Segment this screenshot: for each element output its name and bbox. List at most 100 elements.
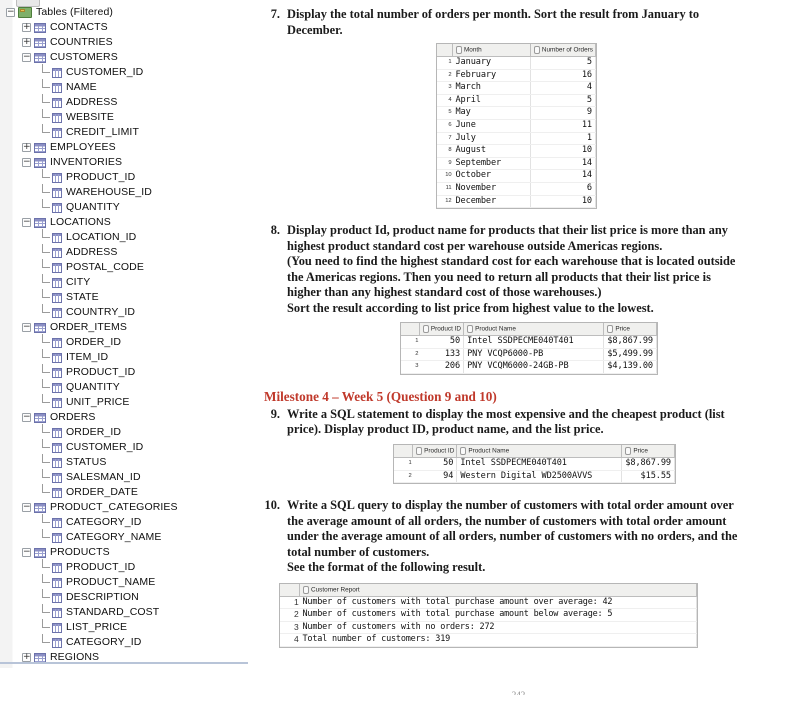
- grid-cell[interactable]: $5,499.99: [603, 348, 657, 362]
- grid-row[interactable]: 9 September 14: [437, 157, 597, 171]
- grid-cell[interactable]: 10: [530, 195, 597, 209]
- tree-column-order_id[interactable]: ORDER_ID: [0, 424, 248, 440]
- tree-column-website[interactable]: WEBSITE: [0, 109, 248, 125]
- grid-cell[interactable]: PNY VCQP6000-PB: [463, 348, 605, 362]
- grid-row[interactable]: 2 133 PNY VCQP6000-PB $5,499.99: [401, 348, 657, 362]
- tree-table-contacts[interactable]: + CONTACTS: [0, 20, 248, 35]
- grid-cell[interactable]: 50: [419, 335, 465, 349]
- tree-column-description[interactable]: DESCRIPTION: [0, 589, 248, 605]
- expand-toggle-icon[interactable]: +: [22, 38, 31, 47]
- grid-cell[interactable]: September: [452, 157, 531, 171]
- grid-cell[interactable]: 14: [530, 169, 597, 183]
- grid-cell[interactable]: $15.55: [621, 470, 675, 484]
- expand-toggle-icon[interactable]: +: [22, 143, 31, 152]
- tree-column-category_id[interactable]: CATEGORY_ID: [0, 514, 248, 530]
- grid-column-header[interactable]: Price: [621, 444, 675, 458]
- grid-cell[interactable]: $8,867.99: [621, 457, 675, 471]
- tree-column-list_price[interactable]: LIST_PRICE: [0, 619, 248, 635]
- tree-column-name[interactable]: NAME: [0, 79, 248, 95]
- tree-table-inventories[interactable]: − INVENTORIES: [0, 155, 248, 170]
- tree-column-order_date[interactable]: ORDER_DATE: [0, 484, 248, 500]
- grid-row[interactable]: 2 94 Western Digital WD2500AVVS $15.55: [394, 470, 675, 484]
- grid-row[interactable]: 7 July 1: [437, 132, 597, 146]
- tree-column-item_id[interactable]: ITEM_ID: [0, 349, 248, 365]
- grid-cell[interactable]: October: [452, 169, 531, 183]
- tree-column-salesman_id[interactable]: SALESMAN_ID: [0, 469, 248, 485]
- grid-cell[interactable]: 5: [530, 94, 597, 108]
- tree-column-product_id[interactable]: PRODUCT_ID: [0, 169, 248, 185]
- tree-column-status[interactable]: STATUS: [0, 454, 248, 470]
- expand-toggle-icon[interactable]: +: [22, 653, 31, 662]
- tree-table-locations[interactable]: − LOCATIONS: [0, 215, 248, 230]
- object-tree[interactable]: − Tables (Filtered) + CONTACTS + COUNTRIES − CU…: [0, 5, 248, 668]
- collapse-toggle-icon[interactable]: −: [22, 413, 31, 422]
- grid-cell[interactable]: March: [452, 81, 531, 95]
- grid-row[interactable]: 6 June 11: [437, 119, 597, 133]
- grid-cell[interactable]: Number of customers with no orders: 272: [299, 621, 697, 635]
- collapse-toggle-icon[interactable]: −: [6, 8, 15, 17]
- tree-column-quantity[interactable]: QUANTITY: [0, 199, 248, 215]
- collapse-toggle-icon[interactable]: −: [22, 548, 31, 557]
- grid-cell[interactable]: Intel SSDPECME040T401: [456, 457, 623, 471]
- grid-column-header[interactable]: Product Name: [456, 444, 623, 458]
- grid-cell[interactable]: January: [452, 56, 531, 70]
- grid-cell[interactable]: May: [452, 106, 531, 120]
- tree-column-customer_id[interactable]: CUSTOMER_ID: [0, 64, 248, 80]
- expand-toggle-icon[interactable]: +: [22, 23, 31, 32]
- tree-table-product_categories[interactable]: − PRODUCT_CATEGORIES: [0, 500, 248, 515]
- grid-cell[interactable]: 206: [419, 360, 465, 374]
- grid-cell[interactable]: Intel SSDPECME040T401: [463, 335, 605, 349]
- grid-cell[interactable]: $8,867.99: [603, 335, 657, 349]
- grid-row[interactable]: 3 Number of customers with no orders: 272: [280, 621, 697, 635]
- grid-cell[interactable]: 9: [530, 106, 597, 120]
- tree-column-city[interactable]: CITY: [0, 274, 248, 290]
- grid-column-header[interactable]: Price: [603, 323, 657, 337]
- grid-row[interactable]: 4 Total number of customers: 319: [280, 633, 697, 647]
- grid-cell[interactable]: August: [452, 144, 531, 158]
- collapse-toggle-icon[interactable]: −: [22, 218, 31, 227]
- grid-row[interactable]: 8 August 10: [437, 144, 597, 158]
- grid-cell[interactable]: Total number of customers: 319: [299, 633, 697, 647]
- result-grid-q10[interactable]: Customer Report 1 Number of customers with…: [279, 582, 698, 648]
- tree-table-order_items[interactable]: − ORDER_ITEMS: [0, 320, 248, 335]
- tree-column-quantity[interactable]: QUANTITY: [0, 379, 248, 395]
- grid-cell[interactable]: 10: [530, 144, 597, 158]
- result-grid-q8[interactable]: Product ID Product Name Price 1 50 Intel SSDP…: [400, 322, 658, 375]
- tree-column-location_id[interactable]: LOCATION_ID: [0, 229, 248, 245]
- tree-table-products[interactable]: − PRODUCTS: [0, 545, 248, 560]
- grid-cell[interactable]: November: [452, 182, 531, 196]
- grid-cell[interactable]: June: [452, 119, 531, 133]
- tree-column-product_id[interactable]: PRODUCT_ID: [0, 559, 248, 575]
- grid-column-header[interactable]: Customer Report: [299, 583, 697, 597]
- tree-table-countries[interactable]: + COUNTRIES: [0, 35, 248, 50]
- grid-cell[interactable]: April: [452, 94, 531, 108]
- grid-cell[interactable]: PNY VCQM6000-24GB-PB: [463, 360, 605, 374]
- collapse-toggle-icon[interactable]: −: [22, 503, 31, 512]
- grid-cell[interactable]: $4,139.00: [603, 360, 657, 374]
- grid-row[interactable]: 1 50 Intel SSDPECME040T401 $8,867.99: [394, 457, 675, 471]
- tree-table-employees[interactable]: + EMPLOYEES: [0, 140, 248, 155]
- db-navigator-panel[interactable]: − Tables (Filtered) + CONTACTS + COUNTRIES − CU…: [0, 0, 249, 668]
- grid-column-header[interactable]: Product ID: [412, 444, 458, 458]
- grid-row[interactable]: 1 50 Intel SSDPECME040T401 $8,867.99: [401, 335, 657, 349]
- grid-cell[interactable]: December: [452, 195, 531, 209]
- tree-column-order_id[interactable]: ORDER_ID: [0, 334, 248, 350]
- tree-column-standard_cost[interactable]: STANDARD_COST: [0, 604, 248, 620]
- collapse-toggle-icon[interactable]: −: [22, 323, 31, 332]
- collapse-toggle-icon[interactable]: −: [22, 53, 31, 62]
- tree-column-product_id[interactable]: PRODUCT_ID: [0, 364, 248, 380]
- grid-row[interactable]: 5 May 9: [437, 106, 597, 120]
- tree-table-orders[interactable]: − ORDERS: [0, 410, 248, 425]
- tree-column-state[interactable]: STATE: [0, 289, 248, 305]
- grid-row[interactable]: 10 October 14: [437, 169, 597, 183]
- grid-row[interactable]: 12 December 10: [437, 195, 597, 209]
- grid-cell[interactable]: 14: [530, 157, 597, 171]
- grid-cell[interactable]: 133: [419, 348, 465, 362]
- grid-row[interactable]: 2 Number of customers with total purchase…: [280, 608, 697, 622]
- grid-column-header[interactable]: Number of Orders: [530, 44, 597, 57]
- tree-column-customer_id[interactable]: CUSTOMER_ID: [0, 439, 248, 455]
- grid-row[interactable]: 4 April 5: [437, 94, 597, 108]
- grid-cell[interactable]: Number of customers with total purchase …: [299, 608, 697, 622]
- grid-cell[interactable]: 16: [530, 69, 597, 83]
- tree-column-unit_price[interactable]: UNIT_PRICE: [0, 394, 248, 410]
